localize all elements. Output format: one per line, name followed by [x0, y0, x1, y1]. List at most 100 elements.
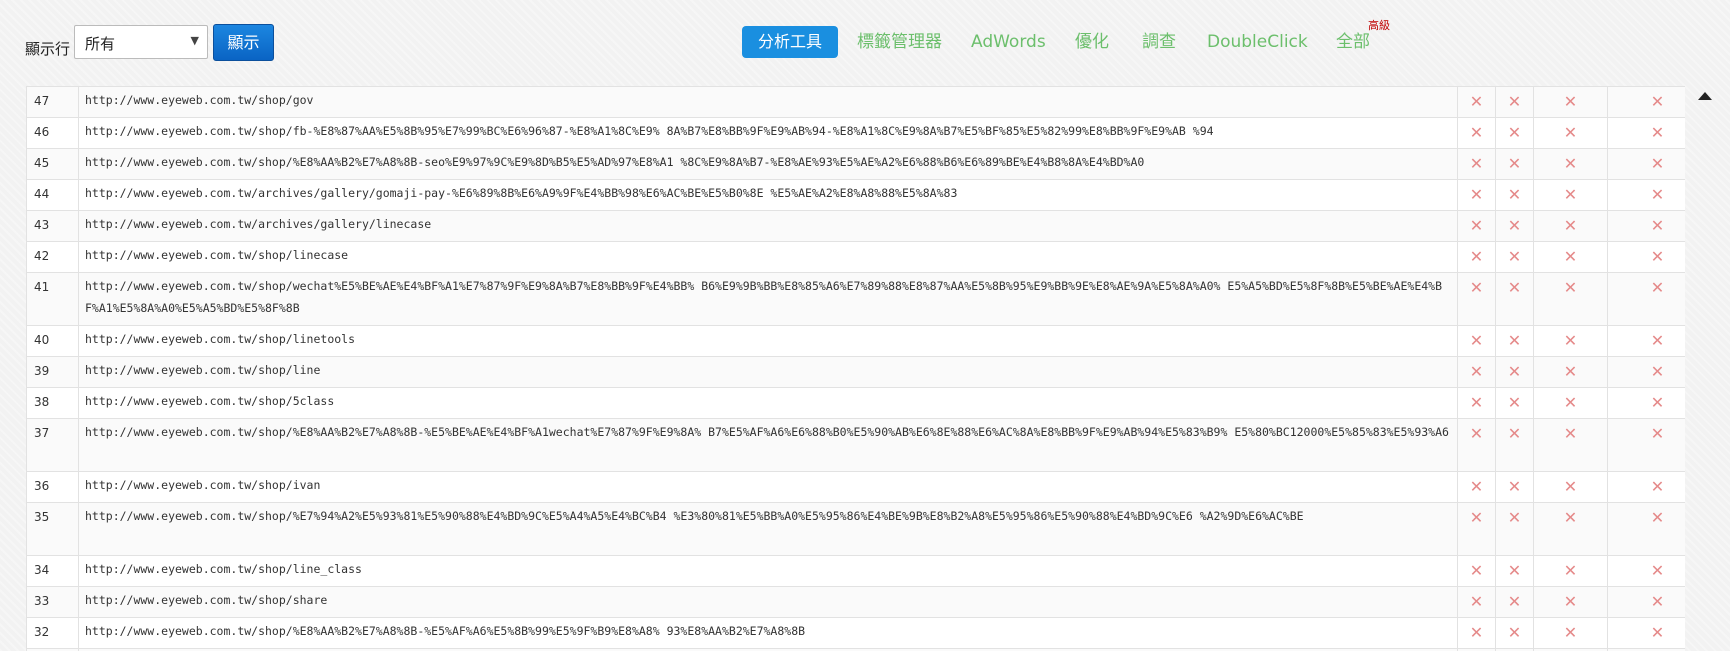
- delete-icon[interactable]: ✕: [1495, 617, 1534, 649]
- delete-icon[interactable]: ✕: [1533, 387, 1608, 419]
- delete-icon[interactable]: ✕: [1495, 210, 1534, 242]
- table-row: 38 http://www.eyeweb.com.tw/shop/5class ✕ ✕…: [26, 387, 1685, 419]
- delete-icon[interactable]: ✕: [1607, 325, 1685, 357]
- delete-icon[interactable]: ✕: [1533, 617, 1608, 649]
- delete-icon[interactable]: ✕: [1457, 418, 1496, 472]
- tab-tag-manager[interactable]: 標籤管理器: [857, 26, 942, 58]
- tab-analytics[interactable]: 分析工具: [742, 26, 839, 58]
- delete-icon[interactable]: ✕: [1533, 148, 1608, 180]
- delete-icon[interactable]: ✕: [1457, 586, 1496, 618]
- delete-icon[interactable]: ✕: [1607, 387, 1685, 419]
- delete-icon[interactable]: ✕: [1607, 148, 1685, 180]
- delete-icon[interactable]: ✕: [1457, 387, 1496, 419]
- row-url: http://www.eyeweb.com.tw/shop/fb-%E8%87%…: [78, 117, 1458, 149]
- delete-icon[interactable]: ✕: [1495, 471, 1534, 503]
- delete-icon[interactable]: ✕: [1607, 272, 1685, 326]
- delete-icon[interactable]: ✕: [1495, 418, 1534, 472]
- row-number: 34: [26, 555, 79, 587]
- delete-icon[interactable]: ✕: [1533, 418, 1608, 472]
- row-url: http://www.eyeweb.com.tw/shop/linetools: [78, 325, 1458, 357]
- delete-icon[interactable]: ✕: [1495, 356, 1534, 388]
- delete-icon[interactable]: ✕: [1607, 555, 1685, 587]
- delete-icon[interactable]: ✕: [1533, 179, 1608, 211]
- delete-icon[interactable]: ✕: [1495, 117, 1534, 149]
- delete-icon[interactable]: ✕: [1457, 241, 1496, 273]
- table-row: 46 http://www.eyeweb.com.tw/shop/fb-%E8%8…: [26, 117, 1685, 149]
- tab-optimize[interactable]: 優化: [1075, 26, 1109, 58]
- delete-icon[interactable]: ✕: [1495, 586, 1534, 618]
- delete-icon[interactable]: ✕: [1495, 387, 1534, 419]
- table-row: 35 http://www.eyeweb.com.tw/shop/%E7%94%A…: [26, 502, 1685, 556]
- delete-icon[interactable]: ✕: [1607, 117, 1685, 149]
- table-row: 45 http://www.eyeweb.com.tw/shop/%E8%AA%B…: [26, 148, 1685, 180]
- delete-icon[interactable]: ✕: [1533, 86, 1608, 118]
- delete-icon[interactable]: ✕: [1495, 502, 1534, 556]
- delete-icon[interactable]: ✕: [1495, 241, 1534, 273]
- delete-icon[interactable]: ✕: [1457, 471, 1496, 503]
- delete-icon[interactable]: ✕: [1457, 325, 1496, 357]
- table-row: 37 http://www.eyeweb.com.tw/shop/%E8%AA%B…: [26, 418, 1685, 472]
- delete-icon[interactable]: ✕: [1533, 586, 1608, 618]
- delete-icon[interactable]: ✕: [1495, 555, 1534, 587]
- delete-icon[interactable]: ✕: [1533, 272, 1608, 326]
- row-url: http://www.eyeweb.com.tw/shop/ivan: [78, 471, 1458, 503]
- delete-icon[interactable]: ✕: [1457, 179, 1496, 211]
- row-number: 39: [26, 356, 79, 388]
- delete-icon[interactable]: ✕: [1607, 586, 1685, 618]
- row-url: http://www.eyeweb.com.tw/shop/gov: [78, 86, 1458, 118]
- row-number: 36: [26, 471, 79, 503]
- delete-icon[interactable]: ✕: [1495, 325, 1534, 357]
- delete-icon[interactable]: ✕: [1533, 555, 1608, 587]
- delete-icon[interactable]: ✕: [1607, 418, 1685, 472]
- row-number: 44: [26, 179, 79, 211]
- delete-icon[interactable]: ✕: [1457, 117, 1496, 149]
- delete-icon[interactable]: ✕: [1607, 86, 1685, 118]
- scroll-track[interactable]: [1695, 86, 1713, 651]
- table-row: 36 http://www.eyeweb.com.tw/shop/ivan ✕ ✕ ✕ ✕: [26, 471, 1685, 503]
- delete-icon[interactable]: ✕: [1495, 148, 1534, 180]
- tab-adwords[interactable]: AdWords: [971, 26, 1046, 58]
- delete-icon[interactable]: ✕: [1533, 471, 1608, 503]
- delete-icon[interactable]: ✕: [1495, 179, 1534, 211]
- row-number: 47: [26, 86, 79, 118]
- delete-icon[interactable]: ✕: [1533, 241, 1608, 273]
- delete-icon[interactable]: ✕: [1533, 210, 1608, 242]
- delete-icon[interactable]: ✕: [1533, 356, 1608, 388]
- delete-icon[interactable]: ✕: [1457, 502, 1496, 556]
- delete-icon[interactable]: ✕: [1607, 210, 1685, 242]
- row-url: http://www.eyeweb.com.tw/shop/%E7%94%A2%…: [78, 502, 1458, 556]
- table-row: 32 http://www.eyeweb.com.tw/shop/%E8%AA%B…: [26, 617, 1685, 649]
- row-url: http://www.eyeweb.com.tw/archives/galler…: [78, 179, 1458, 211]
- delete-icon[interactable]: ✕: [1495, 86, 1534, 118]
- scrollbar[interactable]: [1685, 86, 1730, 651]
- delete-icon[interactable]: ✕: [1607, 502, 1685, 556]
- show-button[interactable]: 顯示: [213, 24, 274, 61]
- tab-doubleclick[interactable]: DoubleClick: [1207, 26, 1308, 58]
- delete-icon[interactable]: ✕: [1607, 471, 1685, 503]
- delete-icon[interactable]: ✕: [1607, 241, 1685, 273]
- delete-icon[interactable]: ✕: [1457, 148, 1496, 180]
- rows-select[interactable]: 所有 ▼: [74, 25, 208, 59]
- delete-icon[interactable]: ✕: [1607, 617, 1685, 649]
- delete-icon[interactable]: ✕: [1607, 356, 1685, 388]
- delete-icon[interactable]: ✕: [1457, 555, 1496, 587]
- delete-icon[interactable]: ✕: [1533, 117, 1608, 149]
- delete-icon[interactable]: ✕: [1533, 325, 1608, 357]
- delete-icon[interactable]: ✕: [1533, 502, 1608, 556]
- delete-icon[interactable]: ✕: [1495, 272, 1534, 326]
- delete-icon[interactable]: ✕: [1457, 617, 1496, 649]
- row-number: 41: [26, 272, 79, 326]
- tab-surveys[interactable]: 調查: [1142, 26, 1176, 58]
- scroll-up-arrow-icon[interactable]: [1698, 92, 1712, 100]
- row-url: http://www.eyeweb.com.tw/shop/line: [78, 356, 1458, 388]
- table-row: 40 http://www.eyeweb.com.tw/shop/linetool…: [26, 325, 1685, 357]
- row-url: http://www.eyeweb.com.tw/shop/%E8%AA%B2%…: [78, 148, 1458, 180]
- tab-all[interactable]: 全部 高級: [1336, 20, 1390, 58]
- delete-icon[interactable]: ✕: [1457, 356, 1496, 388]
- delete-icon[interactable]: ✕: [1457, 86, 1496, 118]
- row-number: 35: [26, 502, 79, 556]
- delete-icon[interactable]: ✕: [1607, 179, 1685, 211]
- delete-icon[interactable]: ✕: [1457, 210, 1496, 242]
- table-row: 43 http://www.eyeweb.com.tw/archives/gall…: [26, 210, 1685, 242]
- delete-icon[interactable]: ✕: [1457, 272, 1496, 326]
